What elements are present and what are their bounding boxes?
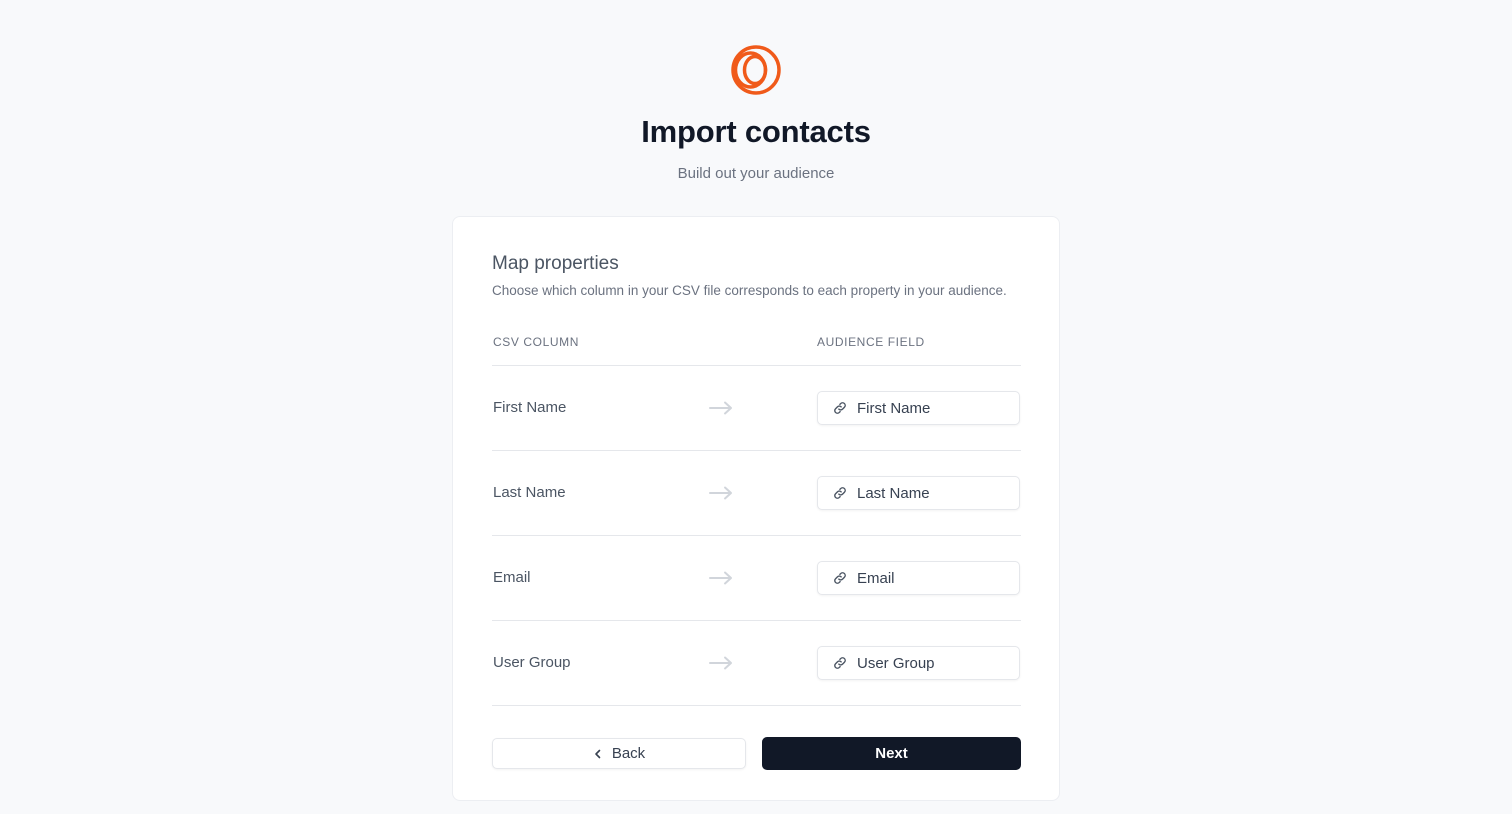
- audience-field-label: User Group: [857, 654, 935, 672]
- audience-field-select[interactable]: First Name: [817, 391, 1020, 425]
- audience-field-label: Last Name: [857, 484, 930, 502]
- link-icon: [833, 401, 847, 415]
- csv-column-label: First Name: [493, 399, 567, 416]
- next-button[interactable]: Next: [762, 737, 1021, 770]
- arrow-right-icon: [709, 401, 732, 415]
- page-subtitle: Build out your audience: [677, 165, 835, 182]
- mapping-row: Email Email: [453, 536, 1061, 620]
- chevron-left-icon: [593, 749, 603, 759]
- interlocking-rings-logo: [731, 45, 781, 95]
- csv-column-label: Email: [493, 569, 531, 586]
- csv-column-label: Last Name: [493, 484, 566, 501]
- card-description: Choose which column in your CSV file cor…: [492, 283, 1007, 298]
- arrow-right-icon: [709, 656, 732, 670]
- mapping-row: Last Name Last Name: [453, 451, 1061, 535]
- back-button[interactable]: Back: [492, 738, 746, 769]
- audience-field-select[interactable]: Last Name: [817, 476, 1020, 510]
- audience-field-label: First Name: [857, 399, 931, 417]
- link-icon: [833, 571, 847, 585]
- column-header-audience: AUDIENCE FIELD: [817, 335, 925, 349]
- divider: [492, 705, 1021, 706]
- arrow-right-icon: [709, 571, 732, 585]
- link-icon: [833, 656, 847, 670]
- arrow-right-icon: [709, 486, 732, 500]
- audience-field-select[interactable]: Email: [817, 561, 1020, 595]
- column-header-csv: CSV COLUMN: [493, 335, 580, 349]
- audience-field-select[interactable]: User Group: [817, 646, 1020, 680]
- back-button-label: Back: [611, 745, 646, 762]
- link-icon: [833, 486, 847, 500]
- map-properties-card: Map properties Choose which column in yo…: [452, 216, 1060, 801]
- card-title: Map properties: [492, 253, 619, 274]
- mapping-row: User Group User Group: [453, 621, 1061, 705]
- import-contacts-page: Import contacts Build out your audience …: [0, 0, 1512, 814]
- mapping-row: First Name First Name: [453, 366, 1061, 450]
- csv-column-label: User Group: [493, 654, 571, 671]
- page-title: Import contacts: [641, 114, 871, 149]
- audience-field-label: Email: [857, 569, 895, 587]
